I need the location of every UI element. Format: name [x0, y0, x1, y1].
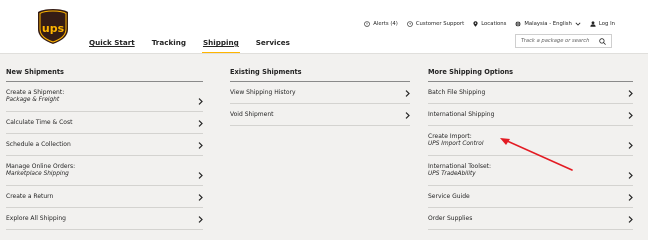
nav-shipping[interactable]: Shipping — [201, 38, 240, 55]
chevron-down-icon — [575, 22, 581, 26]
menu-item-international-shipping[interactable]: International Shipping — [428, 104, 633, 126]
menu-item-title: Batch File Shipping — [428, 89, 486, 96]
red-annotation-arrow — [500, 138, 573, 171]
menu-item-batch-file-shipping[interactable]: Batch File Shipping — [428, 82, 633, 104]
menu-item-title: Schedule a Collection — [6, 141, 71, 148]
menu-item-title: Calculate Time & Cost — [6, 119, 73, 126]
menu-item-explore-all-shipping[interactable]: Explore All Shipping — [6, 208, 203, 230]
logo-text: ups — [42, 22, 65, 35]
menu-item-manage-online-orders[interactable]: Manage Online Orders: Marketplace Shippi… — [6, 156, 203, 186]
menu-item-subtitle: UPS TradeAbility — [428, 171, 476, 177]
chevron-right-icon — [628, 112, 633, 119]
chevron-right-icon — [405, 90, 410, 97]
menu-item-view-shipping-history[interactable]: View Shipping History — [230, 82, 410, 104]
chevron-right-icon — [628, 172, 633, 179]
new-shipments-column: New Shipments Create a Shipment: Package… — [6, 54, 203, 230]
customer-support-link[interactable]: Customer Support — [407, 21, 464, 27]
menu-item-service-guide[interactable]: Service Guide — [428, 186, 633, 208]
chevron-right-icon — [198, 216, 203, 223]
menu-item-title: Explore All Shipping — [6, 215, 66, 222]
menu-item-calculate-time-cost[interactable]: Calculate Time & Cost — [6, 112, 203, 134]
locations-link[interactable]: Locations — [473, 21, 506, 27]
site-header: ups Quick Start Tracking Shipping Servic… — [0, 0, 648, 55]
location-pin-icon — [473, 21, 478, 27]
menu-item-order-supplies[interactable]: Order Supplies — [428, 208, 633, 230]
menu-item-title: International Shipping — [428, 111, 495, 118]
language-label: Malaysia - English — [524, 21, 572, 27]
chevron-right-icon — [198, 142, 203, 149]
locations-label: Locations — [481, 21, 507, 27]
nav-tracking[interactable]: Tracking — [152, 38, 186, 50]
ups-logo[interactable]: ups — [37, 8, 69, 45]
menu-item-void-shipment[interactable]: Void Shipment — [230, 104, 410, 126]
customer-support-label: Customer Support — [415, 21, 465, 27]
main-nav: Quick Start Tracking Shipping Services — [89, 38, 307, 55]
menu-item-title: Manage Online Orders: — [6, 163, 76, 170]
menu-item-subtitle: Marketplace Shipping — [6, 171, 69, 177]
login-link[interactable]: Log In — [590, 21, 615, 27]
chevron-right-icon — [405, 112, 410, 119]
chevron-right-icon — [198, 172, 203, 179]
column-heading: More Shipping Options — [428, 54, 633, 82]
chevron-right-icon — [198, 120, 203, 127]
menu-item-create-return[interactable]: Create a Return — [6, 186, 203, 208]
utility-bar: Alerts (4) Customer Support Locations Ma… — [364, 19, 648, 29]
menu-item-subtitle: UPS Import Control — [428, 141, 484, 147]
menu-item-subtitle: Package & Freight — [6, 97, 60, 103]
menu-item-title: Create a Return — [6, 193, 54, 200]
menu-item-title: Order Supplies — [428, 215, 473, 222]
alerts-link[interactable]: Alerts (4) — [364, 21, 398, 27]
menu-item-title: Create Import: — [428, 133, 472, 140]
search-input[interactable] — [521, 35, 597, 47]
menu-item-title: International Toolset: — [428, 163, 492, 170]
menu-item-schedule-collection[interactable]: Schedule a Collection — [6, 134, 203, 156]
chevron-right-icon — [198, 194, 203, 201]
chevron-right-icon — [628, 194, 633, 201]
clock-icon — [407, 21, 413, 27]
chevron-right-icon — [628, 142, 633, 149]
chevron-right-icon — [628, 216, 633, 223]
search-box — [515, 34, 612, 48]
chevron-right-icon — [198, 98, 203, 105]
existing-shipments-column: Existing Shipments View Shipping History… — [230, 54, 410, 126]
language-selector[interactable]: Malaysia - English — [515, 21, 581, 27]
user-icon — [590, 21, 596, 27]
chevron-right-icon — [628, 90, 633, 97]
search-icon[interactable] — [599, 38, 606, 45]
column-heading: New Shipments — [6, 54, 203, 82]
nav-quick-start[interactable]: Quick Start — [89, 38, 135, 50]
alert-icon — [364, 21, 371, 27]
menu-item-title: Create a Shipment: — [6, 89, 65, 96]
alerts-label: Alerts (4) — [373, 21, 398, 27]
menu-item-title: Void Shipment — [230, 111, 274, 118]
menu-item-title: Service Guide — [428, 193, 470, 200]
menu-item-title: View Shipping History — [230, 89, 296, 96]
column-heading: Existing Shipments — [230, 54, 410, 82]
globe-icon — [515, 21, 521, 27]
menu-item-create-shipment[interactable]: Create a Shipment: Package & Freight — [6, 82, 203, 112]
login-label: Log In — [598, 21, 615, 27]
nav-services[interactable]: Services — [256, 38, 290, 50]
